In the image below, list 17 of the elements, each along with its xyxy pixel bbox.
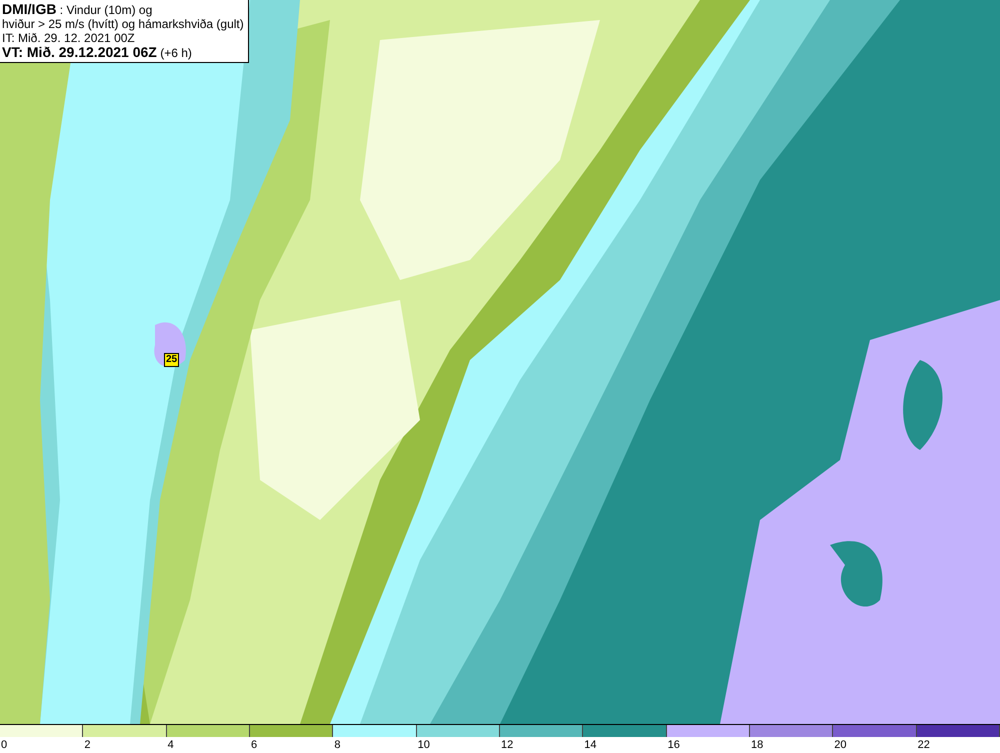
- legend-label: 14: [584, 739, 597, 751]
- legend-label: 2: [84, 739, 90, 751]
- legend-label: 20: [834, 739, 847, 751]
- legend-label: 4: [168, 739, 174, 751]
- legend-label: 22: [918, 739, 930, 751]
- legend-label: 6: [250, 739, 258, 751]
- info-text: hviður > 25 m/s (hvítt) og hámarkshviða (gult): [2, 17, 244, 31]
- gust-label: 25: [164, 353, 180, 367]
- info-text: VT: Mið. 29.12.2021 06Z (+6 h): [2, 45, 193, 60]
- legend-label: 12: [500, 739, 514, 751]
- legend-label: 18: [750, 739, 764, 751]
- info-text: DMI/IGB : Vindur (10m) og: [2, 2, 154, 17]
- legend-label: 16: [668, 739, 680, 751]
- legend-label: 0: [1, 739, 8, 751]
- info-text: IT: Mið. 29. 12. 2021 00Z: [2, 31, 136, 45]
- legend-label: 10: [418, 739, 430, 751]
- legend-label: 8: [334, 739, 340, 751]
